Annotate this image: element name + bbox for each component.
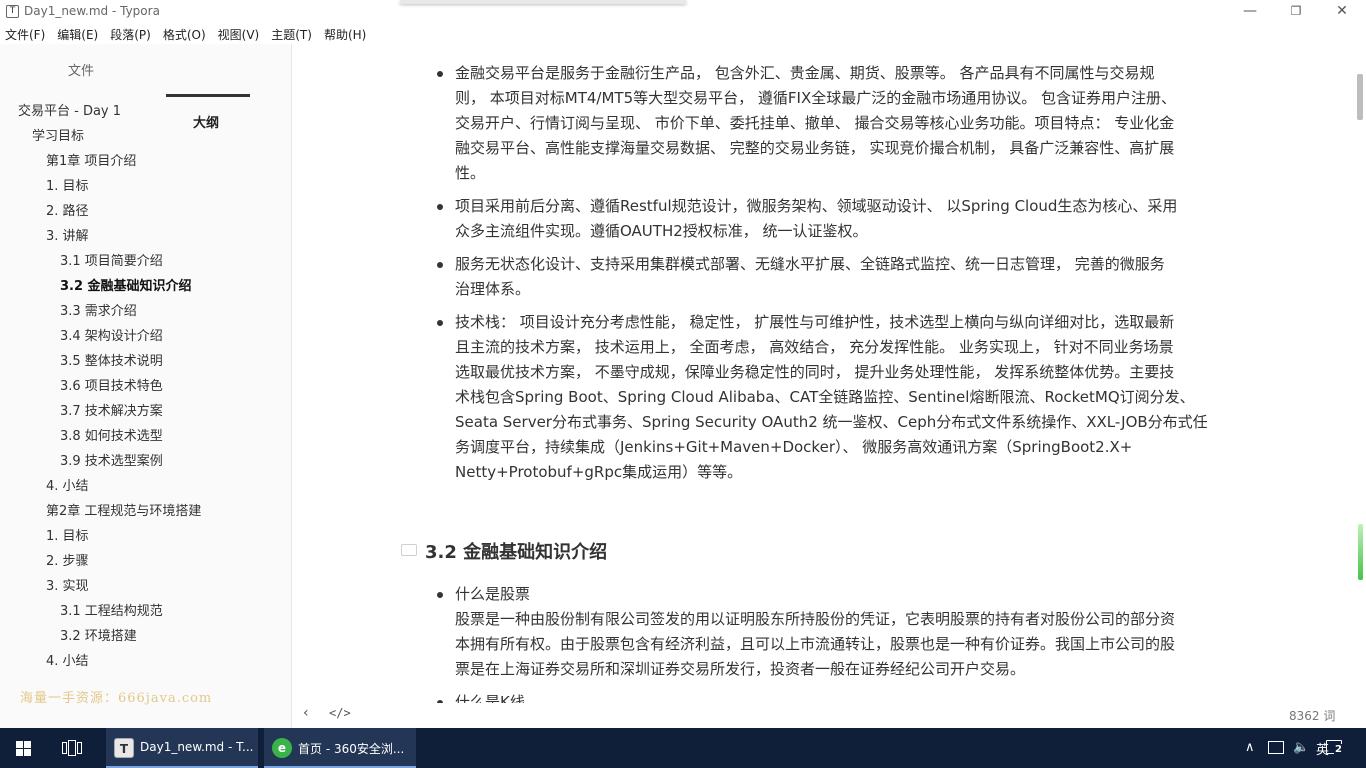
minimize-button[interactable]: — xyxy=(1227,0,1273,24)
text-line: 票是在上海证券交易所和深圳证券交易所发行，投资者一般在证券经纪公司开户交易。 xyxy=(455,660,1026,678)
maximize-button[interactable]: ❐ xyxy=(1273,0,1319,24)
floating-shadow xyxy=(400,0,686,4)
scroll-thumb[interactable] xyxy=(1357,74,1363,120)
section-heading: 3.2 金融基础知识介绍 xyxy=(425,542,608,563)
text-line: 务调度平台，持续集成（Jenkins+Git+Maven+Docker）、 微服… xyxy=(455,438,1133,456)
taskbar: T Day1_new.md - T... e 首页 - 360安全浏... ∧ … xyxy=(0,728,1366,768)
taskbar-app-typora[interactable]: T Day1_new.md - T... xyxy=(106,728,258,768)
text-line: 本拥有所有权。由于股票包含有经济利益，且可以上市流通转让，股票也是一种有价证券。… xyxy=(455,635,1176,653)
notification-count: 2 xyxy=(1334,744,1343,755)
text-line: Netty+Protobuf+gRpc集成运用）等等。 xyxy=(455,463,743,481)
menu-format[interactable]: 格式(O) xyxy=(157,24,212,44)
outline-item[interactable]: 2. 路径 xyxy=(46,202,89,222)
outline-item[interactable]: 3.7 技术解决方案 xyxy=(60,402,163,422)
text-line: 项目采用前后分离、遵循Restful规范设计，微服务架构、领域驱动设计、 以Sp… xyxy=(455,197,1178,215)
network-icon[interactable] xyxy=(1268,741,1284,754)
outline-item[interactable]: 交易平台 - Day 1 xyxy=(18,102,121,122)
volume-icon[interactable]: 🔈 xyxy=(1293,740,1309,755)
outline-item[interactable]: 4. 小结 xyxy=(46,652,89,672)
sidebar-tabs: 文件 大纲 xyxy=(0,54,292,131)
active-tab-indicator xyxy=(166,94,250,97)
browser-360-icon: e xyxy=(272,738,292,758)
text-line: 术栈包含Spring Boot、Spring Cloud Alibaba、CAT… xyxy=(455,388,1195,406)
text-line: Seata Server分布式事务、Spring Security OAuth2… xyxy=(455,413,1208,431)
outline-item[interactable]: 3.4 架构设计介绍 xyxy=(60,327,163,347)
menu-paragraph[interactable]: 段落(P) xyxy=(104,24,157,44)
editor-pane[interactable]: 3.2 金融基础知识介绍 金融交易平台是服务于金融衍生产品， 包含外汇、贵金属、… xyxy=(293,44,1366,728)
status-bar: ‹ </> 8362 词 xyxy=(293,703,1366,728)
outline-item[interactable]: 3.9 技术选型案例 xyxy=(60,452,163,472)
watermark: 海量一手资源：666java.com xyxy=(20,691,213,706)
outline-item[interactable]: 1. 目标 xyxy=(46,177,89,197)
notification-icon[interactable]: 2 xyxy=(1326,738,1344,756)
outline-item[interactable]: 3.2 金融基础知识介绍 xyxy=(60,277,192,297)
bullet-dot-icon xyxy=(437,262,443,268)
heading-anchor-icon xyxy=(401,544,417,556)
text-line: 什么是股票 xyxy=(455,585,531,603)
text-line: 股票是一种由股份制有限公司签发的用以证明股东所持股份的凭证，它表明股票的持有者对… xyxy=(455,610,1176,628)
outline-item[interactable]: 1. 目标 xyxy=(46,527,89,547)
taskbar-app-label: 首页 - 360安全浏... xyxy=(298,742,405,756)
bullet-dot-icon xyxy=(437,592,443,598)
menu-theme[interactable]: 主题(T) xyxy=(265,24,318,44)
outline-item[interactable]: 4. 小结 xyxy=(46,477,89,497)
outline-item[interactable]: 3.8 如何技术选型 xyxy=(60,427,163,447)
scroll-position-marker xyxy=(1358,524,1363,580)
taskbar-app-label: Day1_new.md - T... xyxy=(140,740,254,754)
typora-icon: T xyxy=(6,5,19,18)
menu-help[interactable]: 帮助(H) xyxy=(318,24,372,44)
outline-item[interactable]: 3.1 工程结构规范 xyxy=(60,602,163,622)
outline-item[interactable]: 3. 实现 xyxy=(46,577,89,597)
text-line: 服务无状态化设计、支持采用集群模式部署、无缝水平扩展、全链路式监控、统一日志管理… xyxy=(455,255,1165,273)
taskbar-app-browser[interactable]: e 首页 - 360安全浏... xyxy=(264,728,416,768)
text-line: 融交易平台、高性能支撑海量交易数据、 完整的交易业务链， 实现竞价撮合机制， 具… xyxy=(455,139,1175,157)
title-bar: T Day1_new.md - Typora — ❐ ✕ xyxy=(0,0,1366,24)
text-line: 众多主流组件实现。遵循OAUTH2授权标准， 统一认证鉴权。 xyxy=(455,222,868,240)
outline-item[interactable]: 2. 步骤 xyxy=(46,552,89,572)
editor-scrollbar[interactable] xyxy=(1354,44,1366,728)
text-line: 技术栈： 项目设计充分考虑性能， 稳定性， 扩展性与可维护性，技术选型上横向与纵… xyxy=(455,313,1175,331)
tab-files[interactable]: 文件 xyxy=(68,60,94,79)
list-item: 金融交易平台是服务于金融衍生产品， 包含外汇、贵金属、期货、股票等。 各产品具有… xyxy=(455,61,1227,186)
task-view-icon[interactable] xyxy=(62,740,82,756)
close-button[interactable]: ✕ xyxy=(1319,0,1365,24)
windows-logo-icon xyxy=(16,741,32,756)
text-line: 性。 xyxy=(455,164,486,182)
window-title: Day1_new.md - Typora xyxy=(24,4,160,18)
text-line: 交易开户、行情订阅与呈现、 市价下单、委托挂单、撤单、 撮合交易等核心业务功能。… xyxy=(455,114,1175,132)
outline-item[interactable]: 3.5 整体技术说明 xyxy=(60,352,163,372)
text-line: 且主流的技术方案， 技术运用上， 全面考虑， 高效结合， 充分发挥性能。 业务实… xyxy=(455,338,1174,356)
menu-view[interactable]: 视图(V) xyxy=(212,24,266,44)
list-item: 服务无状态化设计、支持采用集群模式部署、无缝水平扩展、全链路式监控、统一日志管理… xyxy=(455,252,1227,302)
bullet-dot-icon xyxy=(437,71,443,77)
outline-item[interactable]: 第2章 工程规范与环境搭建 xyxy=(46,502,201,522)
outline-item[interactable]: 3.2 环境搭建 xyxy=(60,627,137,647)
outline-item[interactable]: 3. 讲解 xyxy=(46,227,89,247)
toggle-sidebar-icon[interactable]: ‹ xyxy=(303,705,309,721)
bullet-dot-icon xyxy=(437,204,443,210)
text-line: 则， 本项目对标MT4/MT5等大型交易平台， 遵循FIX全球最广泛的金融市场通… xyxy=(455,89,1176,107)
source-mode-icon[interactable]: </> xyxy=(329,706,351,720)
outline-item[interactable]: 3.1 项目简要介绍 xyxy=(60,252,163,272)
text-line: 金融交易平台是服务于金融衍生产品， 包含外汇、贵金属、期货、股票等。 各产品具有… xyxy=(455,64,1155,82)
sidebar: 文件 大纲 交易平台 - Day 1 学习目标第1章 项目介绍 1. 目标 2. 路径… xyxy=(0,44,292,728)
outline-item[interactable]: 3.3 需求介绍 xyxy=(60,302,137,322)
list-item: 什么是股票股票是一种由股份制有限公司签发的用以证明股东所持股份的凭证，它表明股票… xyxy=(455,582,1227,682)
show-hidden-icons[interactable]: ∧ xyxy=(1245,740,1255,755)
outline-item[interactable]: 3.6 项目技术特色 xyxy=(60,377,163,397)
typora-icon: T xyxy=(114,738,134,758)
menu-file[interactable]: 文件(F) xyxy=(0,24,51,44)
text-line: 选取最优技术方案， 不墨守成规，保障业务稳定性的同时， 提升业务处理性能， 发挥… xyxy=(455,363,1175,381)
text-line: 治理体系。 xyxy=(455,280,531,298)
list-item: 技术栈： 项目设计充分考虑性能， 稳定性， 扩展性与可维护性，技术选型上横向与纵… xyxy=(455,310,1227,485)
outline-item[interactable]: 学习目标 xyxy=(32,127,84,147)
bullet-dot-icon xyxy=(437,320,443,326)
word-count[interactable]: 8362 词 xyxy=(1289,707,1335,724)
start-button[interactable] xyxy=(0,728,48,768)
menu-bar: 文件(F) 编辑(E) 段落(P) 格式(O) 视图(V) 主题(T) 帮助(H… xyxy=(0,24,1366,44)
menu-edit[interactable]: 编辑(E) xyxy=(51,24,104,44)
outline-item[interactable]: 第1章 项目介绍 xyxy=(46,152,136,172)
list-item: 项目采用前后分离、遵循Restful规范设计，微服务架构、领域驱动设计、 以Sp… xyxy=(455,194,1227,244)
